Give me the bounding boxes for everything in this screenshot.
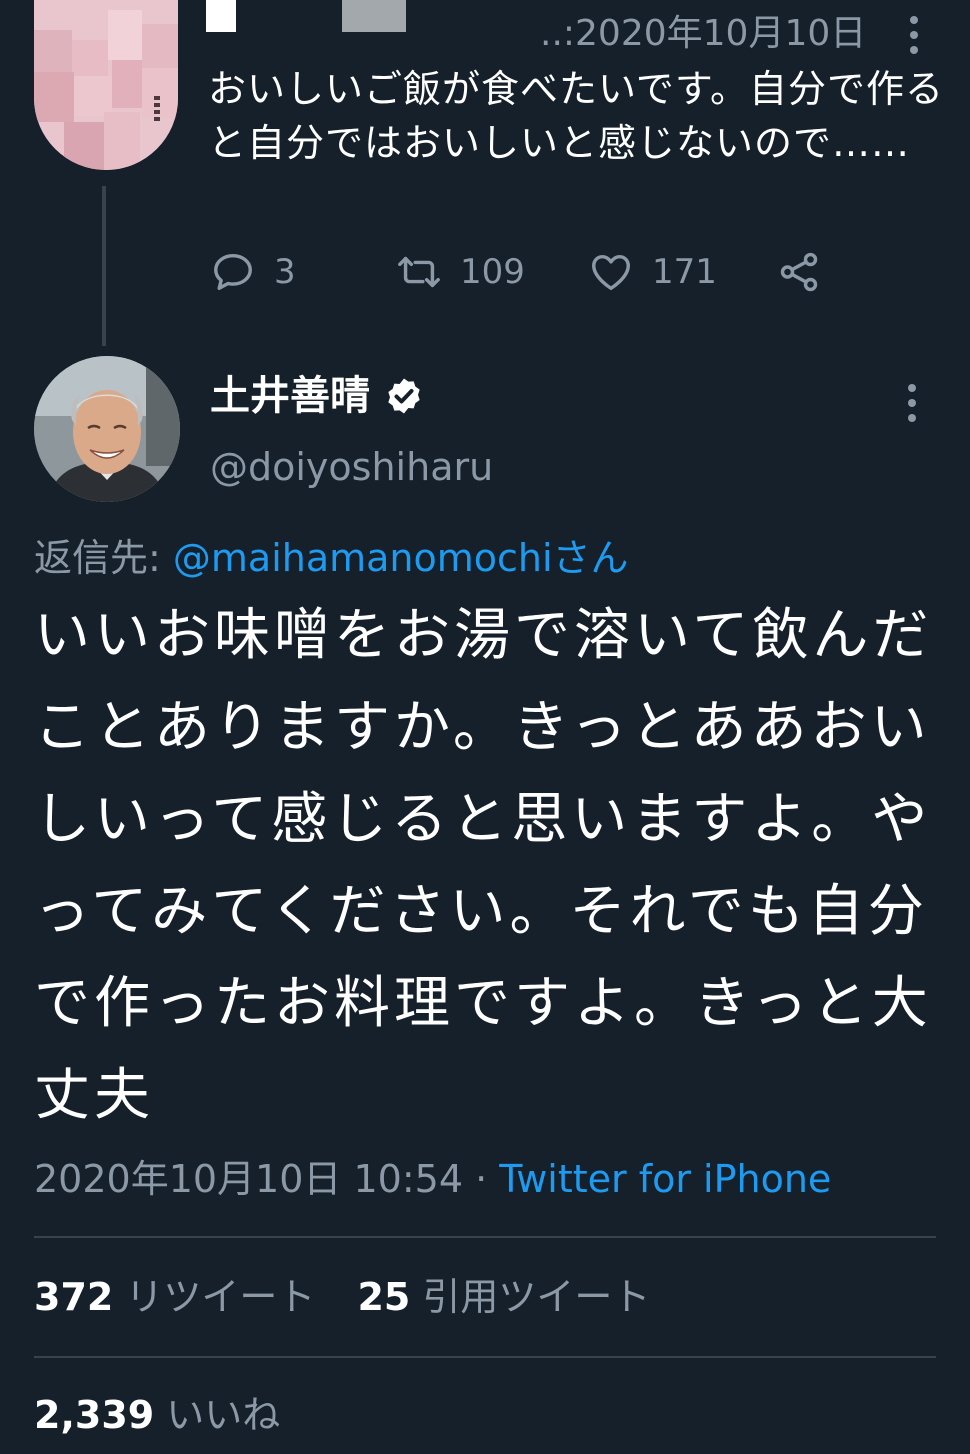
parent-tweet-text: おいしいご飯が食べたいです。自分で作ると自分ではおいしいと感じないので…… [208,67,945,165]
engagement-stats: 372 リツイート 25 引用ツイート [34,1272,650,1322]
main-tweet-text: いいお味噌をお湯で溶いて飲んだことありますか。きっとああおいしいって感じると思い… [34,603,933,1128]
reply-count: 3 [274,252,296,292]
likes-stat[interactable]: 2,339 いいね [34,1390,280,1440]
retweets-label: リツイート [125,1275,316,1319]
like-icon [592,254,630,291]
retweet-count: 109 [460,252,525,292]
avatar-overlay-marks [154,96,162,121]
parent-timestamp[interactable]: ..:2020年10月10日 [540,12,866,56]
divider [34,1236,936,1238]
retweets-count: 372 [34,1275,114,1319]
author-photo [34,356,180,502]
reply-to-line: 返信先: @maihamanomochiさん [34,532,629,584]
parent-more-icon[interactable] [910,16,918,54]
parent-avatar[interactable] [34,0,178,170]
like-count: 171 [652,252,717,292]
source-link[interactable]: Twitter for iPhone [499,1157,831,1201]
thread-connector-line [102,186,106,346]
author-name-text: 土井善晴 [210,373,370,419]
parent-date: 2020年10月10日 [575,13,867,54]
author-name[interactable]: 土井善晴 [210,370,424,422]
author-handle[interactable]: @doiyoshiharu [210,442,493,492]
reply-button[interactable]: 3 [210,244,296,300]
retweet-icon [398,256,440,288]
reply-icon [214,253,252,291]
parent-time-prefix: ..: [540,13,576,54]
retweet-button[interactable]: 109 [396,244,525,300]
likes-count: 2,339 [34,1393,155,1437]
divider [34,1356,936,1358]
main-timestamp[interactable]: 2020年10月10日 10:54 [34,1157,463,1201]
reply-to-label: 返信先: [34,536,173,580]
retweets-stat[interactable]: 372 リツイート [34,1275,315,1319]
verified-badge-icon [388,378,420,414]
quote-tweets-label: 引用ツイート [422,1275,651,1319]
quote-tweets-count: 25 [357,1275,411,1319]
share-icon [780,252,818,292]
main-tweet-meta: 2020年10月10日 10:54 · Twitter for iPhone [34,1154,831,1204]
main-more-icon[interactable] [908,384,916,422]
quote-tweets-stat[interactable]: 25 引用ツイート [357,1275,650,1319]
meta-separator: · [463,1157,500,1201]
author-avatar[interactable] [34,356,180,502]
reply-mention-link[interactable]: @maihamanomochiさん [173,536,629,580]
share-button[interactable] [776,244,822,300]
likes-label: いいね [166,1393,281,1437]
like-button[interactable]: 171 [588,244,717,300]
